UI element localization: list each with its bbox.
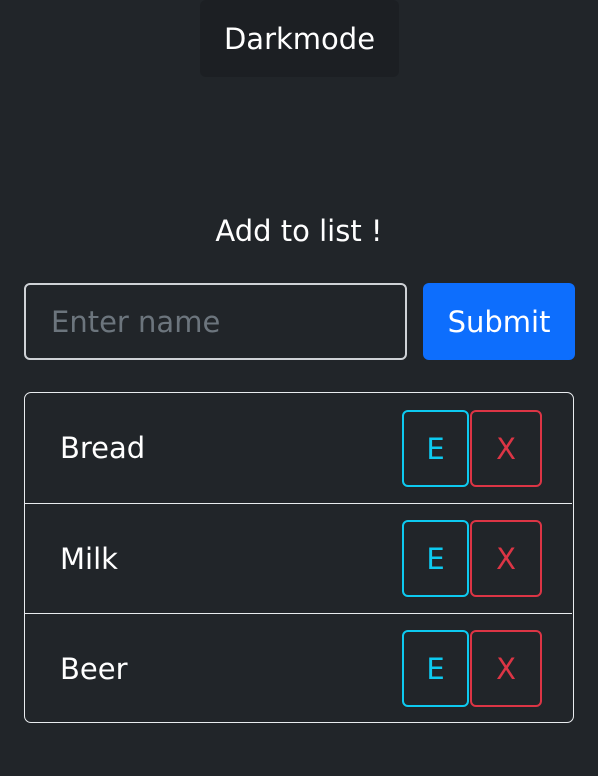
submit-button[interactable]: Submit — [423, 283, 575, 360]
edit-button[interactable]: E — [402, 520, 469, 597]
delete-button[interactable]: X — [470, 520, 542, 597]
name-input[interactable] — [24, 283, 407, 360]
edit-button[interactable]: E — [402, 410, 469, 487]
item-list: Bread E X Milk E X Beer E X — [24, 392, 574, 723]
list-item-label: Bread — [60, 431, 146, 465]
delete-button[interactable]: X — [470, 630, 542, 707]
list-item-label: Beer — [60, 652, 128, 686]
darkmode-toggle-button[interactable]: Darkmode — [200, 0, 399, 77]
page: Darkmode Add to list ! Submit Bread E X … — [0, 0, 598, 776]
list-item: Beer E X — [25, 613, 572, 723]
edit-button[interactable]: E — [402, 630, 469, 707]
list-item-label: Milk — [60, 542, 118, 576]
form-heading: Add to list ! — [215, 214, 383, 248]
list-item: Milk E X — [25, 503, 572, 613]
list-item: Bread E X — [25, 393, 572, 503]
delete-button[interactable]: X — [470, 410, 542, 487]
